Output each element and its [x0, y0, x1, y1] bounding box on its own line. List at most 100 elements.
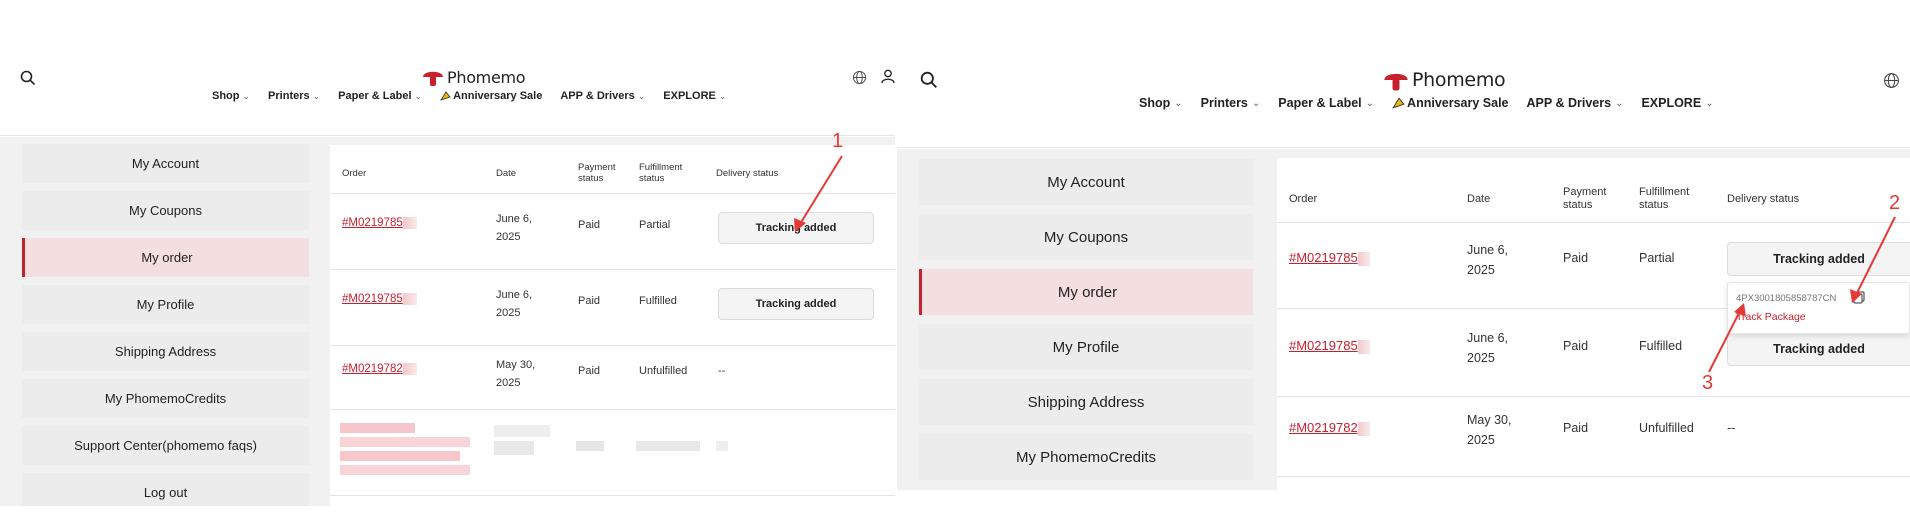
sidebar-item-my-profile[interactable]: My Profile [22, 285, 309, 324]
column-header-date: Date [1467, 193, 1491, 205]
chevron-down-icon: ⌄ [1251, 97, 1261, 109]
sidebar-item-label: My PhomemoCredits [104, 391, 227, 406]
nav-app-drivers[interactable]: APP & Drivers ⌄ [1527, 96, 1624, 110]
nav-anniversary-sale[interactable]: Anniversary Sale [1392, 96, 1509, 110]
column-header-payment-status: Payment status [578, 162, 616, 184]
globe-icon[interactable] [1883, 72, 1900, 94]
sidebar-item-my-profile[interactable]: My Profile [919, 324, 1253, 370]
chevron-down-icon: ⌄ [1174, 97, 1183, 109]
nav-shop[interactable]: Shop ⌄ [1139, 96, 1183, 110]
tracking-popup: 4PX3001805858787CN Track Package [1727, 282, 1910, 334]
phomemo-logo[interactable]: Phomemo [421, 67, 526, 87]
row-divider [1277, 396, 1910, 397]
tracking-added-label: Tracking added [1773, 252, 1865, 266]
sidebar-item-label: My PhomemoCredits [1015, 448, 1157, 466]
order-date: June 6, 2025 [496, 289, 533, 319]
order-link[interactable]: #M0219785 [1289, 250, 1370, 266]
chevron-down-icon: ⌄ [1365, 97, 1375, 109]
order-id: #M0219782 [1289, 420, 1358, 435]
sidebar-item-shipping-address[interactable]: Shipping Address [22, 332, 309, 371]
redacted-block [494, 441, 534, 455]
redacted-order-suffix [402, 363, 417, 375]
column-header-date: Date [496, 168, 517, 179]
globe-icon[interactable] [852, 70, 867, 90]
order-date: May 30, 2025 [496, 359, 536, 389]
nav-app-drivers-label: APP & Drivers [560, 90, 635, 102]
fulfillment-status: Partial [639, 219, 671, 231]
sidebar-item-phomemo-credits[interactable]: My PhomemoCredits [919, 434, 1253, 480]
payment-status: Paid [1563, 251, 1589, 265]
order-link[interactable]: #M0219782 [1289, 420, 1370, 436]
nav-explore-label: EXPLORE [1641, 96, 1702, 110]
sidebar-item-label: My order [141, 250, 193, 265]
sidebar-item-my-order[interactable]: My order [22, 238, 309, 277]
sidebar-item-my-coupons[interactable]: My Coupons [919, 214, 1253, 260]
sidebar-item-phomemo-credits[interactable]: My PhomemoCredits [22, 379, 309, 418]
track-package-link[interactable]: Track Package [1736, 311, 1806, 323]
chevron-down-icon: ⌄ [1615, 97, 1624, 109]
nav-shop-label: Shop [1139, 96, 1171, 110]
user-icon[interactable] [881, 69, 895, 89]
redacted-block [340, 451, 460, 461]
nav-explore[interactable]: EXPLORE ⌄ [663, 90, 726, 102]
redacted-block [636, 441, 700, 451]
column-header-order: Order [342, 168, 367, 179]
brand-name: Phomemo [447, 67, 526, 87]
nav-explore-label: EXPLORE [663, 90, 716, 102]
sidebar-item-my-coupons[interactable]: My Coupons [22, 191, 309, 230]
party-horn-icon [1392, 97, 1405, 109]
order-link[interactable]: #M0219785 [1289, 338, 1370, 354]
tracking-added-button[interactable]: Tracking added [1727, 242, 1910, 276]
column-header-fulfillment-status: Fulfillment status [639, 162, 683, 184]
redacted-order-suffix [1357, 339, 1370, 354]
annotation-step-3: 3 [1702, 372, 1714, 394]
tracking-added-button[interactable]: Tracking added [1727, 332, 1910, 366]
sidebar-item-support-center[interactable]: Support Center(phomemo faqs) [22, 426, 309, 465]
nav-printers[interactable]: Printers ⌄ [268, 90, 320, 102]
nav-shop[interactable]: Shop ⌄ [212, 90, 250, 102]
main-nav: Shop ⌄ Printers ⌄ Paper & Label ⌄ Anniversa… [212, 90, 726, 102]
copy-icon[interactable] [1853, 291, 1865, 304]
tracking-added-label: Tracking added [755, 222, 837, 234]
nav-paper-label[interactable]: Paper & Label ⌄ [1278, 96, 1374, 110]
nav-anniversary-sale-label: Anniversary Sale [1407, 96, 1509, 110]
sidebar-item-label: My Profile [1052, 338, 1120, 356]
order-link[interactable]: #M0219785 [342, 217, 417, 229]
nav-paper-label[interactable]: Paper & Label ⌄ [338, 90, 422, 102]
order-date: May 30, 2025 [1467, 413, 1512, 447]
sidebar-item-shipping-address[interactable]: Shipping Address [919, 379, 1253, 425]
phomemo-logo[interactable]: Phomemo [1382, 68, 1506, 92]
redacted-order-suffix [1357, 421, 1370, 436]
redacted-block [576, 441, 604, 451]
sidebar-item-my-order[interactable]: My order [919, 269, 1253, 315]
delivery-status: -- [718, 365, 726, 377]
tracking-added-button[interactable]: Tracking added [718, 212, 874, 244]
tracking-added-label: Tracking added [1773, 342, 1865, 356]
tracking-added-label: Tracking added [755, 298, 837, 310]
order-id: #M0219785 [1289, 250, 1358, 265]
header-divider [330, 193, 895, 194]
sidebar-item-label: My Coupons [1043, 228, 1129, 246]
order-link[interactable]: #M0219785 [342, 293, 417, 305]
nav-anniversary-sale[interactable]: Anniversary Sale [440, 90, 542, 102]
header-divider [1277, 222, 1910, 223]
tracking-added-button[interactable]: Tracking added [718, 288, 874, 320]
nav-printers-label: Printers [1200, 96, 1248, 110]
nav-explore[interactable]: EXPLORE ⌄ [1641, 96, 1713, 110]
sidebar-item-my-account[interactable]: My Account [919, 159, 1253, 205]
phomemo-mushroom-logo-icon [423, 71, 443, 86]
sidebar-item-label: My order [1057, 283, 1118, 301]
nav-app-drivers[interactable]: APP & Drivers ⌄ [560, 90, 645, 102]
search-icon[interactable] [20, 70, 36, 91]
sidebar-item-log-out[interactable]: Log out [22, 473, 309, 506]
chevron-down-icon: ⌄ [718, 90, 727, 101]
search-icon[interactable] [920, 71, 938, 94]
nav-printers[interactable]: Printers ⌄ [1201, 96, 1261, 110]
fulfillment-status: Unfulfilled [1639, 421, 1694, 435]
order-link[interactable]: #M0219782 [342, 363, 417, 375]
sidebar-item-my-account[interactable]: My Account [22, 144, 309, 183]
row-divider [330, 345, 895, 346]
order-id: #M0219785 [342, 293, 403, 306]
chevron-down-icon: ⌄ [637, 90, 646, 101]
party-horn-icon [440, 91, 451, 101]
